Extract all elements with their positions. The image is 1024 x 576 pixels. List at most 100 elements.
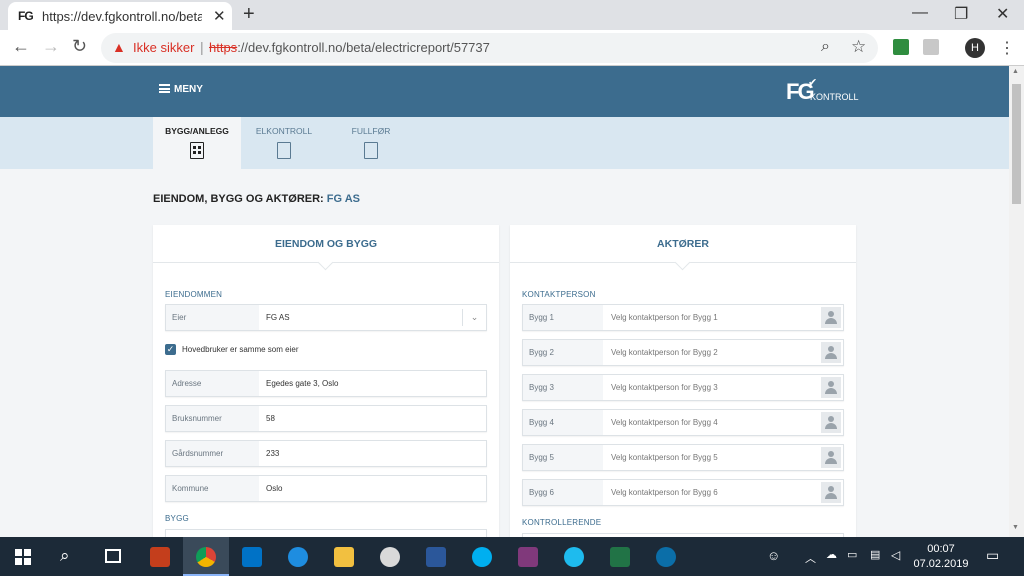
- bruksnummer-field[interactable]: Bruksnummer 58: [165, 405, 487, 432]
- new-tab-icon[interactable]: +: [243, 3, 255, 26]
- person-icon[interactable]: [821, 482, 841, 503]
- contact-select-bygg-4[interactable]: Bygg 4 Velg kontaktperson for Bygg 4: [522, 409, 844, 436]
- menu-button[interactable]: MENY: [159, 84, 203, 95]
- person-icon[interactable]: [821, 377, 841, 398]
- step-fullfor[interactable]: FULLFØR: [335, 117, 407, 169]
- separator: |: [200, 39, 204, 55]
- warning-icon[interactable]: ▲: [112, 39, 126, 55]
- minimize-icon[interactable]: —: [912, 4, 928, 22]
- task-view-icon: [105, 549, 121, 563]
- network-icon[interactable]: ▤: [870, 548, 880, 561]
- clock[interactable]: 00:07 07.02.2019: [910, 542, 972, 572]
- internet-explorer-icon: [564, 547, 584, 567]
- window-close-icon[interactable]: ✕: [996, 4, 1009, 24]
- people-icon[interactable]: ☺: [767, 548, 780, 563]
- page-scrollbar[interactable]: ▲ ▼: [1009, 66, 1024, 537]
- volume-icon[interactable]: ◁: [891, 548, 900, 562]
- field-label: Bygg 2: [523, 340, 603, 365]
- bygg-field[interactable]: [165, 529, 487, 537]
- onenote-icon: [518, 547, 538, 567]
- taskbar-sharepoint[interactable]: [643, 537, 689, 576]
- taskbar-chrome[interactable]: [183, 537, 229, 576]
- field-label: Bruksnummer: [166, 406, 259, 431]
- reload-icon[interactable]: ↻: [72, 36, 87, 57]
- actors-card: AKTØRER KONTAKTPERSON Bygg 1 Velg kontak…: [510, 225, 856, 537]
- battery-icon[interactable]: ▭: [847, 548, 857, 561]
- taskbar-file-explorer[interactable]: [321, 537, 367, 576]
- field-placeholder: Velg kontaktperson for Bygg 6: [611, 488, 718, 497]
- field-value: 233: [266, 449, 280, 458]
- taskbar-snipping[interactable]: [367, 537, 413, 576]
- field-value: 58: [266, 414, 275, 423]
- company-name: FG AS: [326, 193, 360, 205]
- clock-time: 00:07: [927, 543, 955, 555]
- contact-select-bygg-5[interactable]: Bygg 5 Velg kontaktperson for Bygg 5: [522, 444, 844, 471]
- url-text[interactable]: https://dev.fgkontroll.no/beta/electricr…: [209, 40, 490, 55]
- onedrive-icon[interactable]: ☁: [826, 548, 837, 561]
- person-icon[interactable]: [821, 307, 841, 328]
- taskbar-skype[interactable]: [459, 537, 505, 576]
- close-tab-icon[interactable]: ✕: [213, 7, 226, 25]
- step-bygg-anlegg[interactable]: BYGG/ANLEGG: [153, 117, 241, 169]
- field-label: Bygg 3: [523, 375, 603, 400]
- insecure-label[interactable]: Ikke sikker: [133, 40, 194, 55]
- taskbar-internet-explorer[interactable]: [551, 537, 597, 576]
- taskbar-outlook[interactable]: [229, 537, 275, 576]
- checklist-icon: [277, 142, 291, 159]
- taskbar-excel[interactable]: [597, 537, 643, 576]
- folder-icon: [334, 547, 354, 567]
- browser-tab-strip: FG https://dev.fgkontroll.no/beta/ele ✕ …: [0, 0, 1024, 30]
- zoom-icon[interactable]: ⌕: [821, 38, 830, 56]
- start-button[interactable]: [0, 537, 46, 576]
- extension-icon[interactable]: [893, 39, 909, 55]
- back-icon[interactable]: ←: [12, 36, 30, 57]
- notifications-icon[interactable]: ▭: [986, 547, 999, 564]
- step-label: FULLFØR: [351, 126, 391, 136]
- browser-menu-icon[interactable]: ⋮: [999, 38, 1015, 58]
- gardsnummer-field[interactable]: Gårdsnummer 233: [165, 440, 487, 467]
- field-label: Eier: [166, 305, 259, 330]
- task-view-button[interactable]: [91, 537, 137, 576]
- taskbar-word[interactable]: [413, 537, 459, 576]
- scroll-down-icon[interactable]: ▼: [1012, 524, 1019, 531]
- person-icon[interactable]: [821, 412, 841, 433]
- contact-select-bygg-3[interactable]: Bygg 3 Velg kontaktperson for Bygg 3: [522, 374, 844, 401]
- chevron-down-icon[interactable]: ⌄: [462, 309, 486, 326]
- step-navigation: BYGG/ANLEGG ELKONTROLL FULLFØR: [0, 117, 1009, 169]
- search-button[interactable]: ⌕: [45, 537, 91, 576]
- app-header: MENY FG ✔ KONTROLL: [0, 66, 1009, 117]
- logo[interactable]: FG ✔ KONTROLL: [786, 77, 859, 105]
- bookmark-star-icon[interactable]: ☆: [851, 37, 866, 57]
- field-label: Gårdsnummer: [166, 441, 259, 466]
- kommune-field[interactable]: Kommune Oslo: [165, 475, 487, 502]
- step-elkontroll[interactable]: ELKONTROLL: [245, 117, 323, 169]
- outlook-icon: [242, 547, 262, 567]
- scrollbar-thumb[interactable]: [1012, 84, 1021, 204]
- tab-title: https://dev.fgkontroll.no/beta/ele: [42, 9, 202, 24]
- address-bar[interactable]: ▲ Ikke sikker | https://dev.fgkontroll.n…: [101, 33, 878, 63]
- browser-tab[interactable]: FG https://dev.fgkontroll.no/beta/ele ✕: [8, 2, 232, 30]
- app-viewport: MENY FG ✔ KONTROLL BYGG/ANLEGG ELKONTROL…: [0, 66, 1009, 537]
- person-icon[interactable]: [821, 447, 841, 468]
- contact-select-bygg-6[interactable]: Bygg 6 Velg kontaktperson for Bygg 6: [522, 479, 844, 506]
- taskbar-powerpoint[interactable]: [137, 537, 183, 576]
- step-label: ELKONTROLL: [255, 126, 313, 136]
- forward-icon[interactable]: →: [42, 36, 60, 57]
- taskbar-edge[interactable]: [275, 537, 321, 576]
- restore-icon[interactable]: ❐: [954, 4, 968, 24]
- extension-disabled-icon[interactable]: [923, 39, 939, 55]
- profile-avatar[interactable]: H: [965, 38, 985, 58]
- card-title: EIENDOM OG BYGG: [153, 225, 499, 263]
- chevron-up-icon[interactable]: ︿: [805, 550, 816, 566]
- contact-select-bygg-1[interactable]: Bygg 1 Velg kontaktperson for Bygg 1: [522, 304, 844, 331]
- address-field[interactable]: Adresse Egedes gate 3, Oslo: [165, 370, 487, 397]
- taskbar-onenote[interactable]: [505, 537, 551, 576]
- main-user-checkbox[interactable]: ✓: [165, 344, 176, 355]
- owner-select[interactable]: Eier FG AS ⌄: [165, 304, 487, 331]
- scroll-up-icon[interactable]: ▲: [1012, 68, 1019, 75]
- person-icon[interactable]: [821, 342, 841, 363]
- field-placeholder: Velg kontaktperson for Bygg 2: [611, 348, 718, 357]
- contact-select-bygg-2[interactable]: Bygg 2 Velg kontaktperson for Bygg 2: [522, 339, 844, 366]
- checkbox-label[interactable]: Hovedbruker er samme som eier: [182, 345, 298, 354]
- field-value: Oslo: [266, 484, 283, 493]
